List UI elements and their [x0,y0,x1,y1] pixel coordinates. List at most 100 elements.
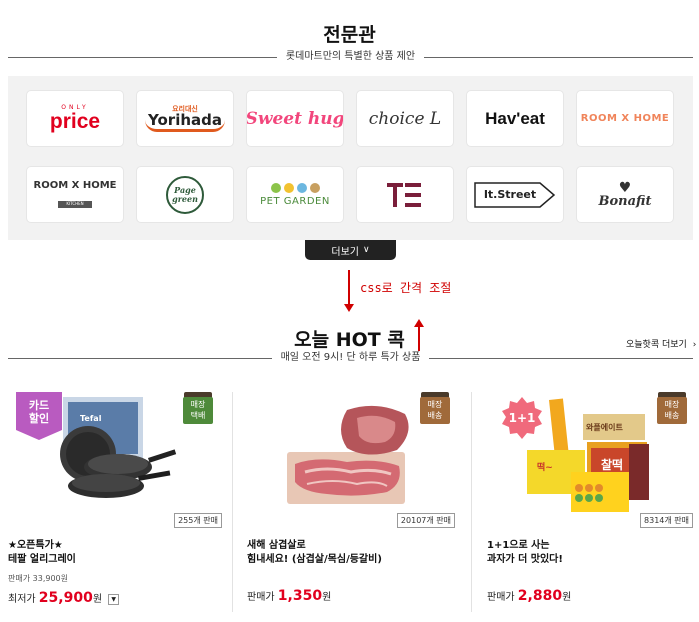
original-price-value: 33,900원 [32,574,68,583]
brand-card-bonafit[interactable]: ♥ Bonafit [576,166,674,223]
product-title[interactable]: 1+1으로 사는 과자가 더 맛있다! [487,539,563,567]
badge-body: 매장 배송 [657,397,687,424]
product-title[interactable]: ★오픈특가★ 테팔 얼리그레이 [8,539,76,567]
brand-card-roomhome[interactable]: ROOM X HOME [576,90,674,147]
specialty-title: 전문관 [323,24,376,46]
hot-more-link[interactable]: 오늘핫콕 더보기 › [626,337,696,350]
sold-count: 20107개 판매 [396,513,455,528]
product-divider [471,392,472,612]
badge-line2: 배송 [427,411,443,420]
annotation-text: css로 간격 조절 [360,281,452,295]
product-title-line1: 1+1으로 사는 [487,540,550,551]
brand-panel: ONLY price 요리대신 Yorihada Sweet hug choic… [8,76,693,240]
brand-price-logo: price [49,110,101,133]
hot-more-label: 오늘핫콕 더보기 [626,340,687,350]
product-price: 최저가 25,900원 ▼ [8,590,120,606]
price-label: 판매가 [247,592,275,603]
brand-sweethug-logo: Sweet hug [246,108,344,129]
one-plus-one-badge: 1+1 [501,397,543,439]
product-image: 매장 배송 [247,392,469,528]
tefal-logo: Tefal [80,414,102,423]
pet-icon [283,182,294,193]
brand-card-haveat[interactable]: Hav'eat [466,90,564,147]
original-price-label: 판매가 [8,574,31,583]
product-title-line2: 과자가 더 맛있다! [487,554,563,565]
pet-icon [296,182,307,193]
product-divider [232,392,233,612]
price-value: 25,900 [38,590,93,606]
hot-title: 오늘 HOT 콕 [294,329,405,351]
brand-card-te[interactable]: TE [356,166,454,223]
box-text-chaltteok: 찰떡 [601,458,624,472]
chevron-right-icon: › [692,340,697,350]
brand-card-pagegreen[interactable]: Page green [136,166,234,223]
card-discount-badge: 카드 할인 [16,392,62,440]
pet-icon [270,182,281,193]
sold-count: 8314개 판매 [640,513,693,528]
brand-card-sweethug[interactable]: Sweet hug [246,90,344,147]
product-price: 판매가 2,880원 [487,588,571,604]
badge-line2: 택배 [190,411,206,420]
badge-line1: 매장 [664,400,680,409]
hot-subtitle-row: 매일 오전 9시! 단 하루 특가 상품 [8,351,693,365]
chevron-down-icon: ∨ [363,245,370,255]
brand-card-price[interactable]: ONLY price [26,90,124,147]
card-badge-line1: 카드 [28,399,50,412]
pet-icon [309,182,320,193]
store-delivery-badge: 매장 배송 [420,392,450,424]
product-card[interactable]: Tefal 카드 할인 매장 택배 255개 판매 ★오픈특가★ 테팔 얼리그레… [8,392,230,612]
product-price: 판매가 1,350원 [247,588,331,604]
product-card[interactable]: 와플에이트 찰떡 떡~ 1+1 매장 배송 8314개 판매 1+1으로 사는 … [487,392,699,612]
box-text-ttuk: 떡~ [537,463,553,473]
product-image: 와플에이트 찰떡 떡~ 1+1 매장 배송 [487,392,699,528]
badge-body: 매장 배송 [420,397,450,424]
badge-line2: 배송 [664,411,680,420]
store-delivery-badge: 매장 택배 [183,392,213,424]
product-title-line2: 힘내세요! (삼겹살/목심/등갈비) [247,554,382,565]
sold-count: 255개 판매 [174,513,222,528]
price-dropdown-icon[interactable]: ▼ [108,593,120,605]
brand-roomhome-kitchen-sub: KITCHEN [58,201,92,208]
brand-choicel-logo: choice L [368,108,442,129]
badge-line1: 매장 [190,400,206,409]
brand-card-itstreet[interactable]: It.Street [466,166,564,223]
brand-card-petgarden[interactable]: PET GARDEN [246,166,344,223]
specialty-subtitle-row: 롯데마트만의 특별한 상품 제안 [8,50,693,64]
brand-pagegreen-logo: Page green [166,175,204,214]
product-title-line2: 테팔 얼리그레이 [8,554,76,565]
price-value: 1,350 [277,588,323,604]
store-delivery-badge: 매장 배송 [657,392,687,424]
price-label: 판매가 [487,592,515,603]
product-image: Tefal 카드 할인 매장 택배 [8,392,230,528]
heart-icon: ♥ [618,180,632,196]
hot-subtitle: 매일 오전 9시! 단 하루 특가 상품 [271,351,430,365]
price-unit: 원 [322,592,332,603]
brand-pagegreen-text: Page green [172,184,198,204]
brand-haveat-logo: Hav'eat [485,108,545,128]
specialty-more-button[interactable]: 더보기 ∨ [305,240,396,260]
brand-roomhome-logo: ROOM X HOME [580,113,670,124]
brand-card-roomhome-kitchen[interactable]: ROOM X HOME KITCHEN [26,166,124,223]
price-unit: 원 [562,592,572,603]
brand-yorihada-logo: Yorihada [145,112,225,132]
box-text-waffle: 와플에이트 [586,423,623,432]
price-label: 최저가 [8,594,36,605]
specialty-subtitle: 롯데마트만의 특별한 상품 제안 [276,50,425,64]
card-badge-line2: 할인 [28,412,50,425]
product-card[interactable]: 매장 배송 20107개 판매 새해 삼겹살로 힘내세요! (삼겹살/목심/등갈… [247,392,469,612]
brand-card-choicel[interactable]: choice L [356,90,454,147]
product-title-line1: ★오픈특가★ [8,540,63,551]
price-unit: 원 [92,594,103,605]
product-title[interactable]: 새해 삼겹살로 힘내세요! (삼겹살/목심/등갈비) [247,539,382,567]
brand-card-yorihada[interactable]: 요리대신 Yorihada [136,90,234,147]
arrow-down-head-icon [344,304,354,312]
price-value: 2,880 [517,588,563,604]
badge-body: 매장 택배 [183,397,213,424]
brand-bonafit-logo: Bonafit [598,194,652,209]
brand-te-logo: TE [387,182,421,207]
one-plus-one-text: 1+1 [508,411,536,425]
pet-icons [260,182,330,193]
brand-petgarden-logo: PET GARDEN [260,195,330,207]
product-title-line1: 새해 삼겹살로 [247,540,306,551]
badge-line1: 매장 [427,400,443,409]
